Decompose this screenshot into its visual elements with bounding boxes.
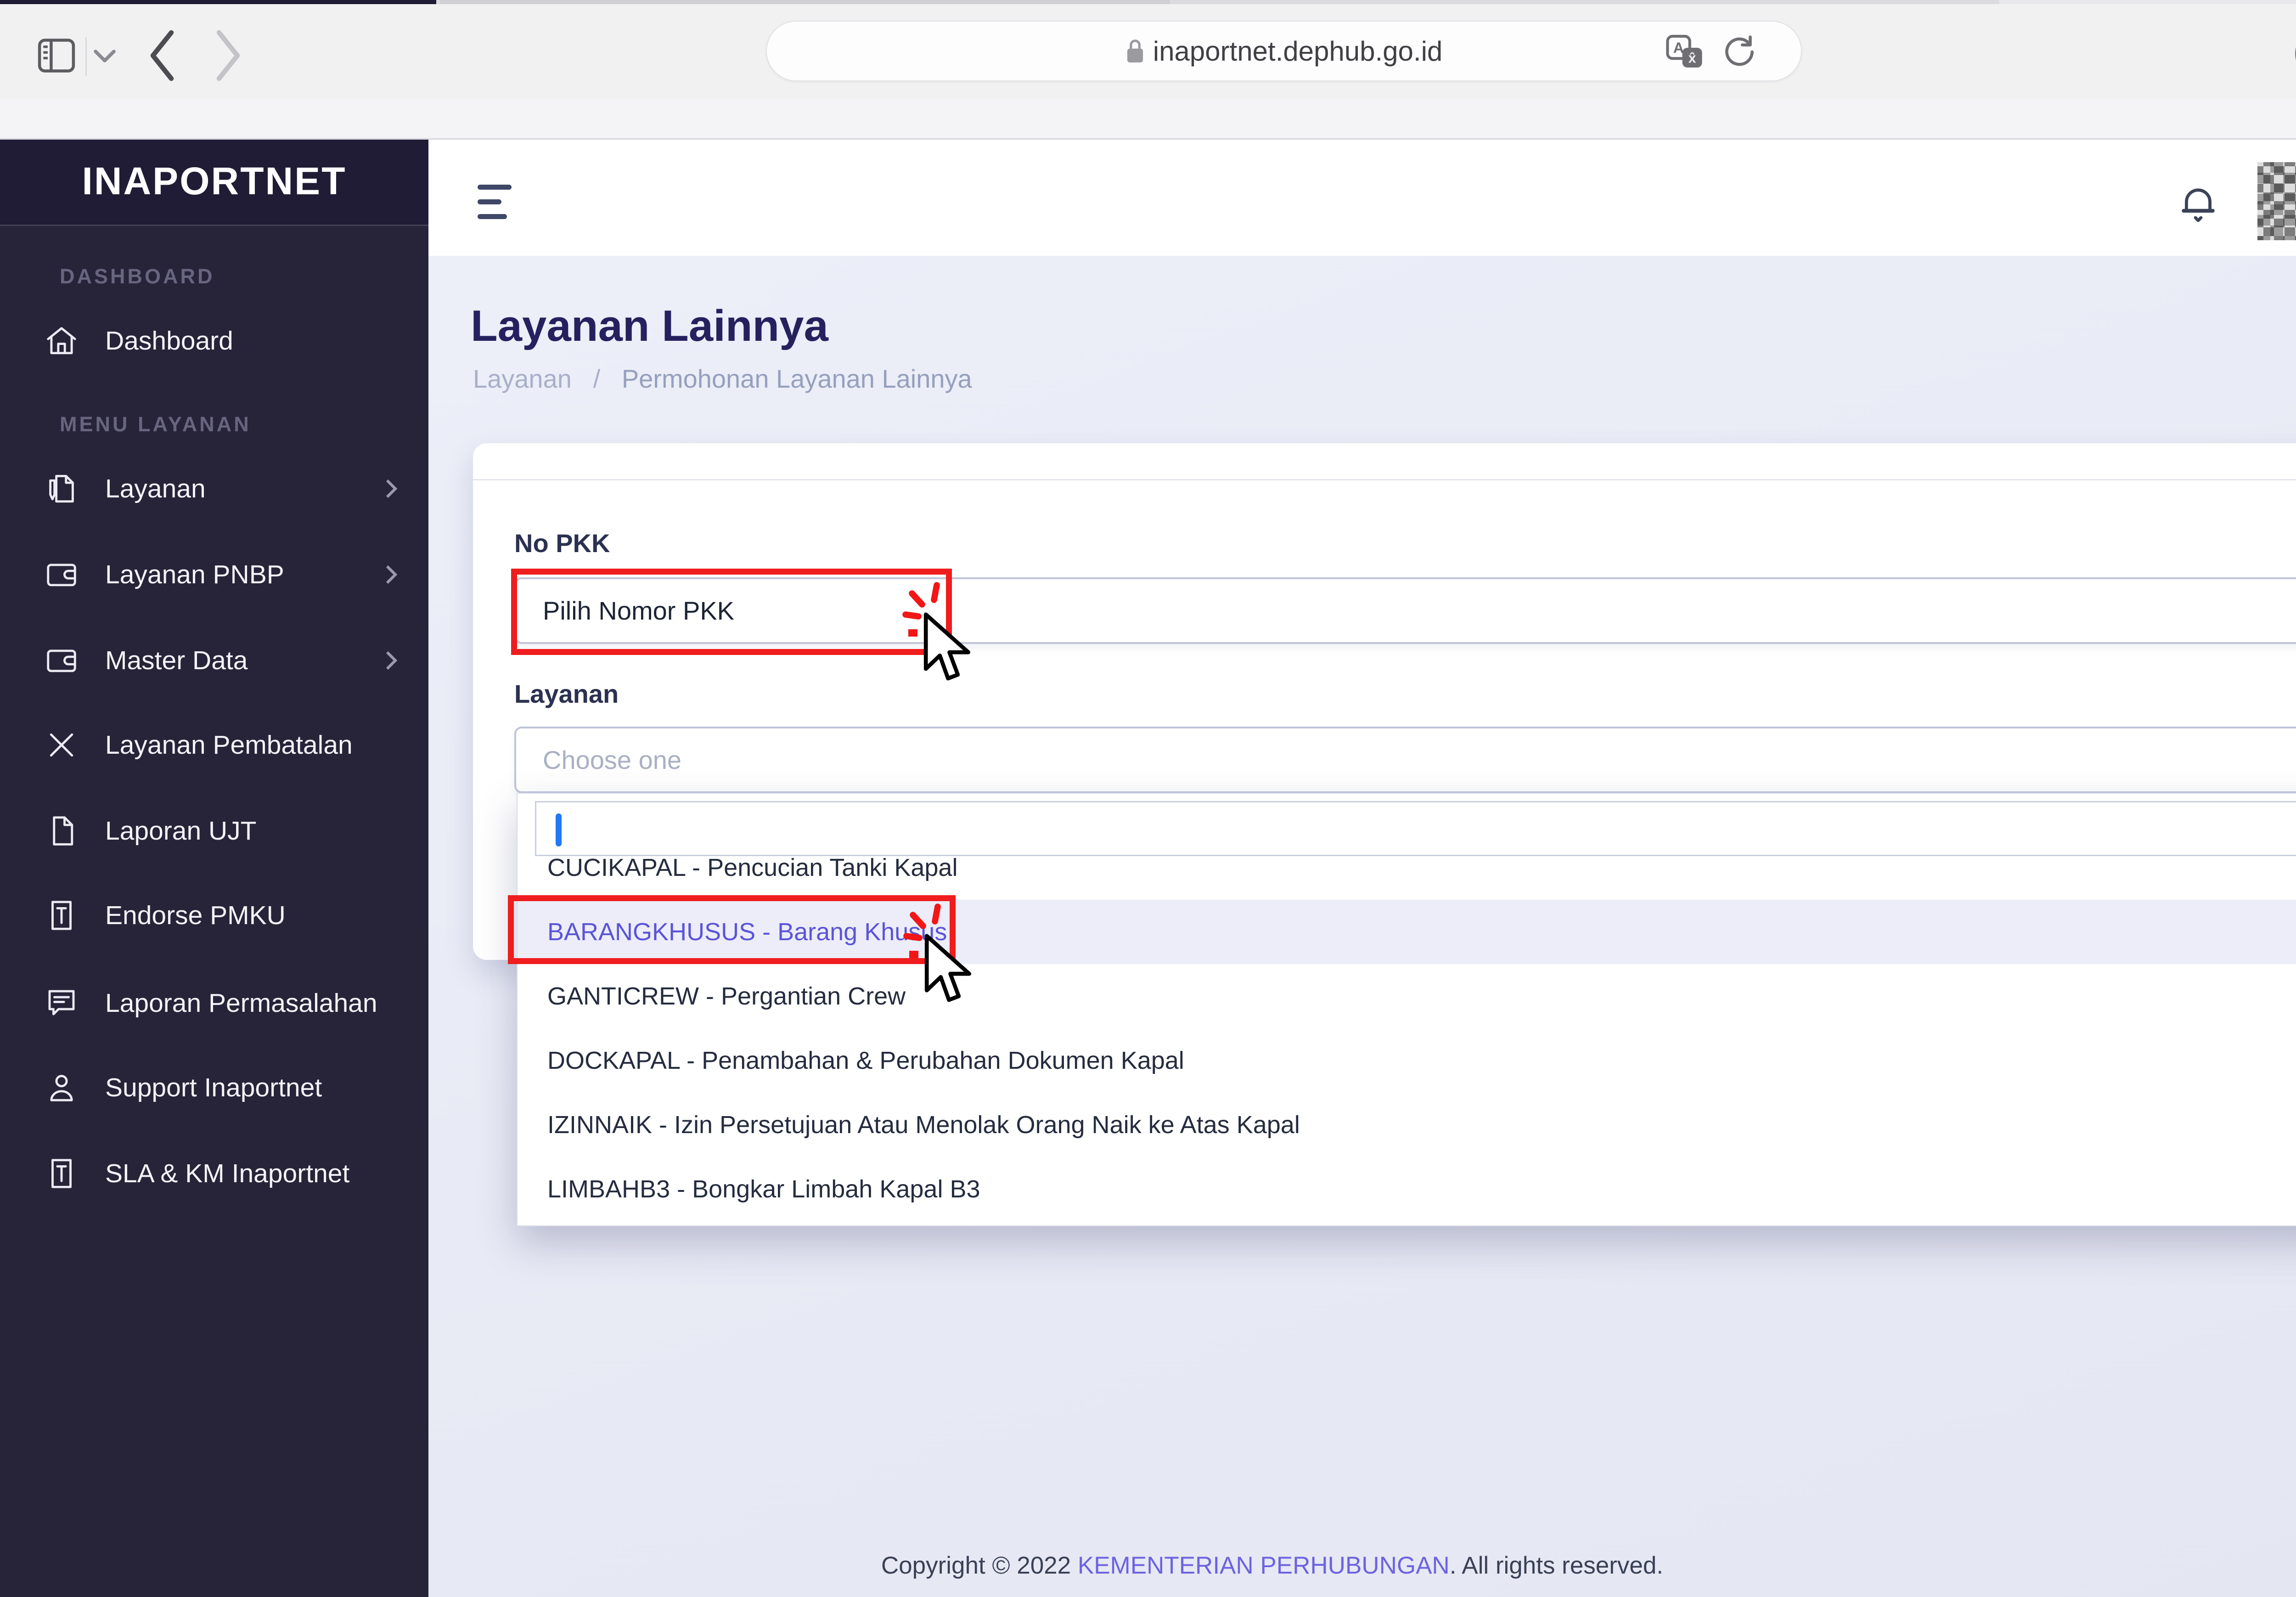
sidebar-item-layanan[interactable]: Layanan (44, 460, 411, 517)
sidebar-section-menu-layanan: MENU LAYANAN (60, 412, 251, 436)
hamburger-menu-icon[interactable] (478, 185, 512, 220)
footer-link[interactable]: KEMENTERIAN PERHUBUNGAN (1078, 1552, 1450, 1579)
layanan-placeholder: Choose one (543, 745, 681, 775)
chevron-right-icon (373, 558, 406, 591)
layanan-select[interactable]: Choose one (514, 727, 2296, 793)
app-logo[interactable]: INAPORTNET (0, 159, 428, 203)
svg-text:A: A (1673, 40, 1684, 56)
redacted-username-badge (2257, 162, 2296, 240)
dropdown-option[interactable]: IZINNAIK - Izin Persetujuan Atau Menolak… (518, 1093, 2296, 1157)
dropdown-option[interactable]: GANTICREW - Pergantian Crew (518, 964, 2296, 1028)
chevron-right-icon (373, 644, 406, 677)
chevron-right-icon (373, 472, 406, 505)
user-icon (44, 1070, 79, 1106)
toolbar-separator (85, 37, 87, 76)
sidebar-item-layanan-pembatalan[interactable]: Layanan Pembatalan (44, 717, 411, 773)
sidebar-item-laporan-ujt[interactable]: Laporan UJT (44, 802, 411, 859)
lock-icon (1125, 38, 1145, 64)
layanan-dropdown: CUCIKAPAL - Pencucian Tanki Kapal BARANG… (517, 793, 2296, 1226)
footer: Copyright © 2022 KEMENTERIAN PERHUBUNGAN… (0, 1552, 2296, 1580)
sidebar-item-layanan-pnbp[interactable]: Layanan PNBP (44, 546, 411, 603)
no-pkk-label: No PKK (514, 528, 610, 558)
text-cursor (556, 813, 562, 846)
bell-icon[interactable] (2179, 183, 2217, 226)
breadcrumb: Layanan / Permohonan Layanan Lainnya (473, 364, 972, 394)
sidebar-logo-block: INAPORTNET (0, 140, 428, 225)
dropdown-search-input[interactable] (535, 801, 2296, 856)
sidebar-item-endorse-pmku[interactable]: Endorse PMKU (44, 887, 411, 944)
breadcrumb-current: Permohonan Layanan Lainnya (622, 364, 972, 393)
sidebar-section-dashboard: DASHBOARD (60, 265, 215, 288)
dropdown-option[interactable]: LIMBAHB3 - Bongkar Limbah Kapal B3 (518, 1157, 2296, 1221)
url-field[interactable]: inaportnet.dephub.go.id A x̂ (766, 21, 1802, 81)
window-tabstrip (0, 0, 2296, 4)
x-cancel-icon (44, 727, 79, 763)
mouse-cursor (920, 610, 976, 688)
dropdown-option[interactable]: CUCIKAPAL - Pencucian Tanki Kapal (518, 856, 2296, 900)
sidebar-item-sla-km[interactable]: SLA & KM Inaportnet (44, 1145, 411, 1202)
downloads-icon[interactable] (2293, 24, 2296, 83)
chevron-down-icon[interactable] (92, 46, 118, 66)
home-icon (44, 323, 79, 359)
layanan-label: Layanan (514, 679, 619, 709)
url-text: inaportnet.dephub.go.id (1153, 35, 1443, 67)
chat-icon (44, 985, 79, 1021)
page-title: Layanan Lainnya (471, 301, 828, 351)
dropdown-option[interactable]: DOCKAPAL - Penambahan & Perubahan Dokume… (518, 1028, 2296, 1093)
sidebar-toggle-icon[interactable] (38, 38, 75, 73)
sidebar-item-laporan-permasalahan[interactable]: Laporan Permasalahan (44, 975, 411, 1032)
breadcrumb-parent[interactable]: Layanan (473, 364, 572, 393)
wallet-icon (44, 643, 79, 678)
file-icon (44, 813, 79, 849)
package-icon (44, 1156, 79, 1191)
mouse-cursor (921, 931, 977, 1010)
forward-button-icon[interactable] (212, 28, 244, 83)
annotation-rect-barangkhusus (508, 895, 956, 964)
toolbar-lower-strip (0, 99, 2296, 140)
package-icon (44, 897, 79, 933)
sidebar-item-master-data[interactable]: Master Data (44, 632, 411, 689)
browser-toolbar: inaportnet.dephub.go.id A x̂ (0, 4, 2296, 99)
wallet-icon (44, 557, 79, 593)
app-header (428, 140, 2296, 256)
sidebar-item-support-inaportnet[interactable]: Support Inaportnet (44, 1059, 411, 1116)
reload-icon[interactable] (1722, 22, 1757, 82)
svg-text:x̂: x̂ (1688, 51, 1696, 66)
annotation-rect-no-pkk (511, 569, 952, 655)
sidebar-item-dashboard[interactable]: Dashboard (44, 312, 411, 369)
document-pen-icon (44, 471, 79, 507)
translate-icon[interactable]: A x̂ (1665, 22, 1705, 82)
safari-window: inaportnet.dephub.go.id A x̂ (0, 0, 2296, 1597)
tabstrip-dark-segment (0, 0, 436, 4)
back-button-icon[interactable] (146, 28, 178, 83)
sidebar: INAPORTNET DASHBOARD Dashboard MENU LAYA… (0, 140, 428, 1597)
